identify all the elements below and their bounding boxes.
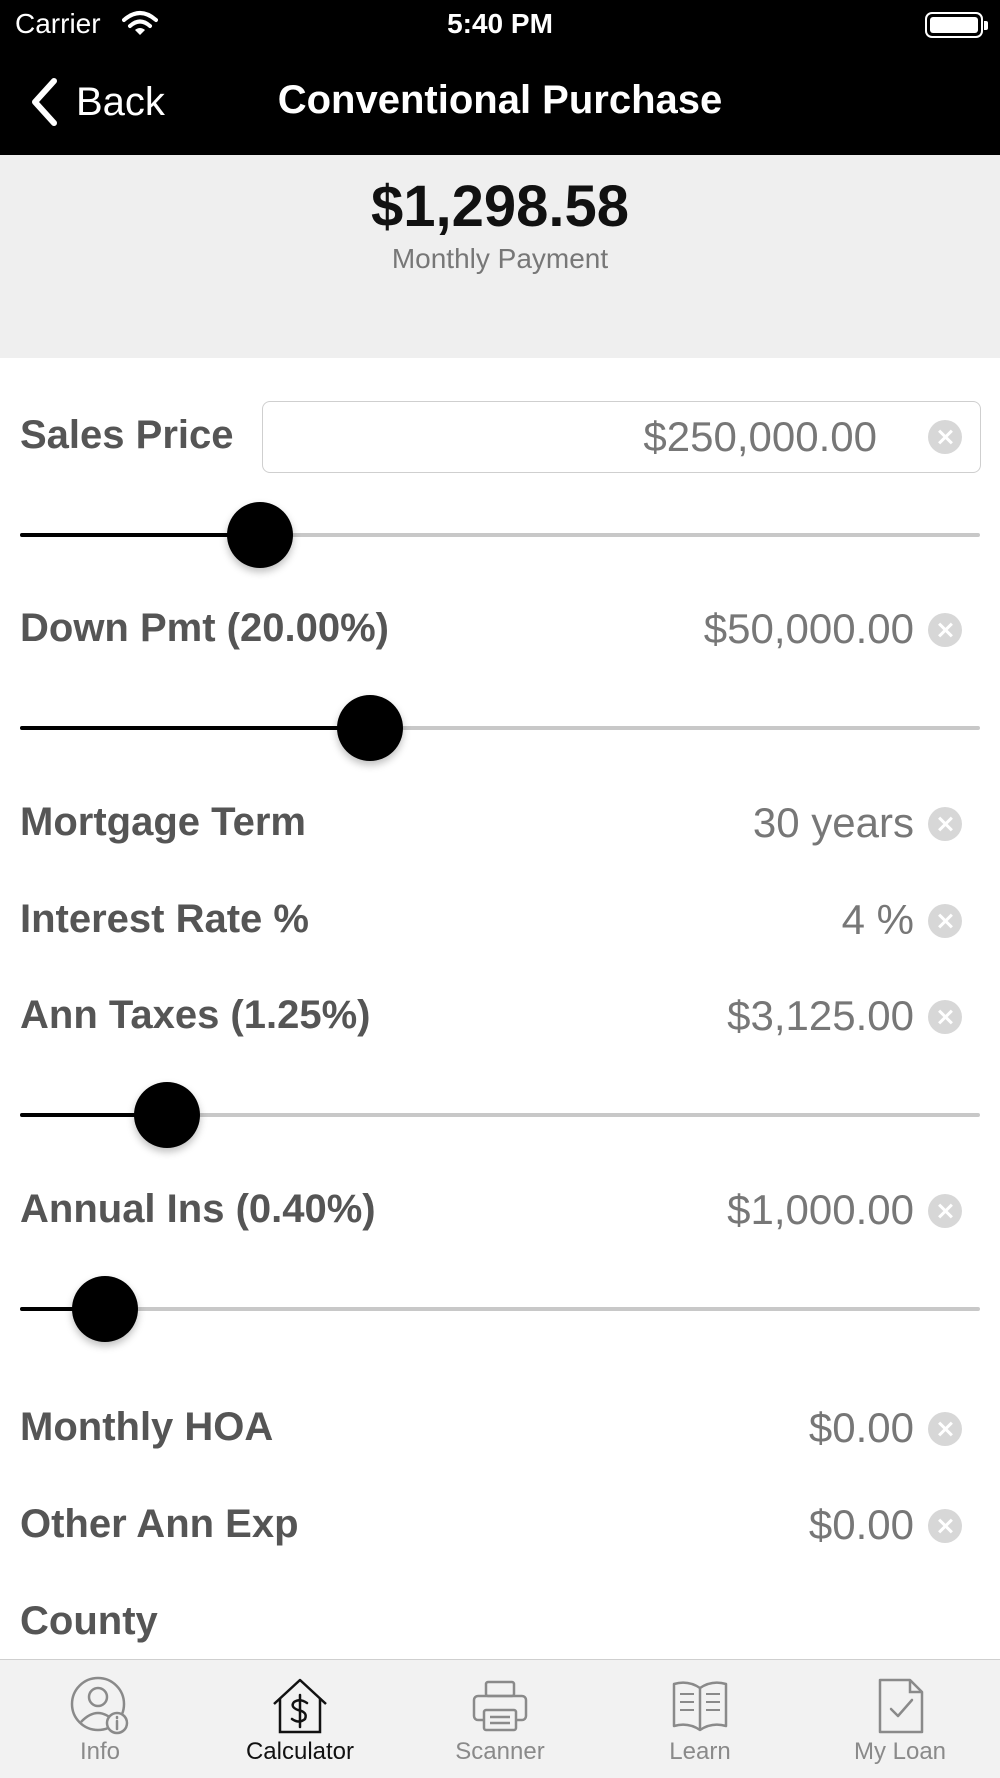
down-payment-value[interactable]: $50,000.00 [704,605,914,653]
sales-price-slider-thumb[interactable] [227,502,293,568]
sales-price-input[interactable] [263,402,883,472]
tab-bar: Info Calculator Scanner Learn My Loan [0,1659,1000,1778]
annual-taxes-value[interactable]: $3,125.00 [727,992,914,1040]
annual-taxes-slider-thumb[interactable] [133,1082,200,1148]
down-payment-label: Down Pmt (20.00%) [20,606,389,650]
printer-icon [472,1680,528,1732]
monthly-payment-value: $1,298.58 [370,174,630,239]
clear-other-annual-expense-button[interactable] [928,1509,962,1543]
tab-info-label: Info [79,1738,121,1765]
monthly-hoa-label: Monthly HOA [20,1405,274,1449]
page-title: Conventional Purchase [277,78,723,122]
annual-taxes-slider[interactable] [20,1080,980,1150]
mortgage-term-value[interactable]: 30 years [753,799,914,847]
annual-taxes-label: Ann Taxes (1.25%) [20,993,371,1037]
monthly-payment-label: Monthly Payment [391,243,609,274]
tab-scanner[interactable]: Scanner [400,1660,600,1778]
tab-scanner-label: Scanner [455,1738,545,1765]
person-info-icon [70,1676,129,1735]
tab-learn-label: Learn [669,1738,731,1765]
clear-annual-insurance-button[interactable] [928,1194,962,1228]
sales-price-field [262,401,981,473]
tab-my-loan[interactable]: My Loan [800,1660,1000,1778]
tab-calculator[interactable]: Calculator [200,1660,400,1778]
clear-monthly-hoa-button[interactable] [928,1412,962,1446]
tab-learn[interactable]: Learn [600,1660,800,1778]
interest-rate-value[interactable]: 4 % [842,896,914,944]
battery-icon [925,12,988,38]
clear-mortgage-term-button[interactable] [928,807,962,841]
other-annual-expense-value[interactable]: $0.00 [809,1501,914,1549]
monthly-hoa-value[interactable]: $0.00 [809,1404,914,1452]
clear-annual-taxes-button[interactable] [928,1000,962,1034]
sales-price-label: Sales Price [20,413,234,457]
clear-interest-rate-button[interactable] [928,904,962,938]
status-bar: Carrier 5:40 PM [0,0,1000,50]
annual-insurance-slider-thumb[interactable] [72,1276,139,1342]
county-label[interactable]: County [20,1599,158,1644]
annual-insurance-value[interactable]: $1,000.00 [727,1186,914,1234]
tab-info[interactable]: Info [0,1660,200,1778]
house-dollar-icon [273,1678,327,1734]
clear-down-payment-button[interactable] [928,613,962,647]
down-payment-slider-thumb[interactable] [337,695,404,761]
mortgage-term-label: Mortgage Term [20,800,306,844]
annual-insurance-label: Annual Ins (0.40%) [20,1187,376,1231]
interest-rate-label: Interest Rate % [20,897,309,941]
clear-sales-price-button[interactable] [928,420,962,454]
annual-insurance-slider[interactable] [20,1274,980,1344]
other-annual-expense-label: Other Ann Exp [20,1502,299,1546]
navigation-bar: Back Conventional Purchase [0,50,1000,155]
document-check-icon [878,1678,924,1734]
tab-my-loan-label: My Loan [853,1738,947,1765]
clock: 5:40 PM [447,8,553,39]
open-book-icon [672,1681,728,1732]
payment-summary: $1,298.58 Monthly Payment [0,155,1000,358]
down-payment-slider[interactable] [20,693,980,763]
tab-calculator-label: Calculator [245,1738,355,1765]
sales-price-slider[interactable] [20,500,980,570]
